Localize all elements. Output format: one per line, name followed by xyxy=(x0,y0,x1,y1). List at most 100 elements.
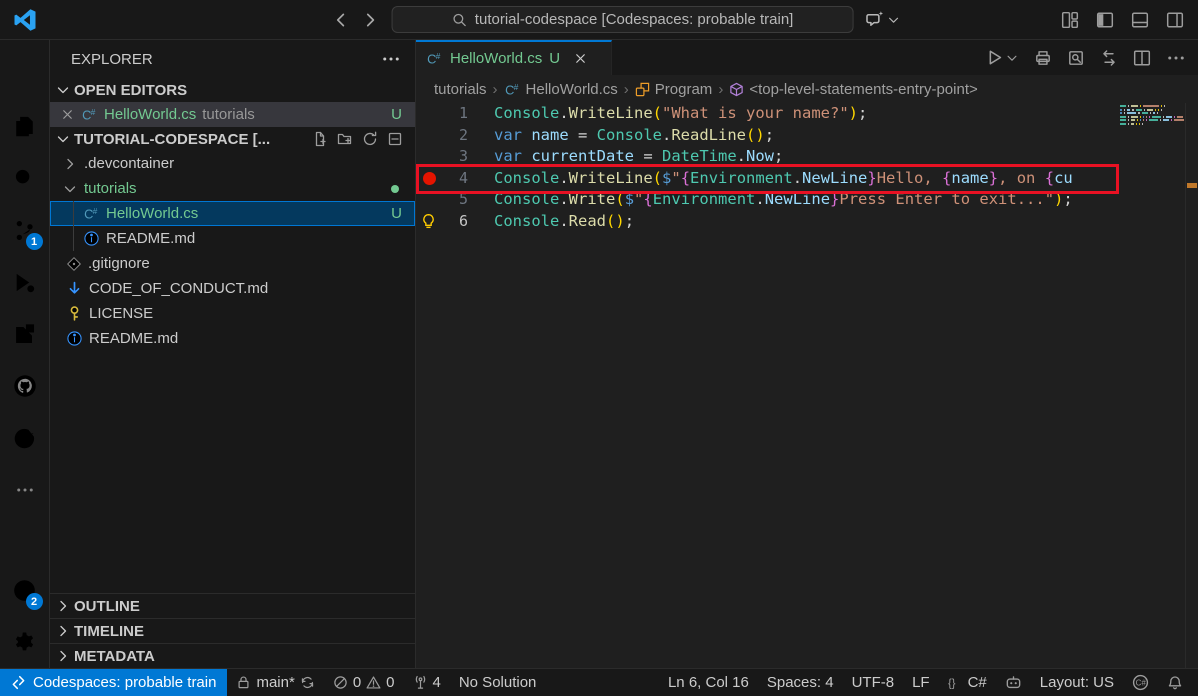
branch-indicator[interactable]: main* xyxy=(227,669,323,696)
open-changes-icon[interactable] xyxy=(1100,49,1118,67)
close-icon[interactable] xyxy=(60,107,75,122)
minimap[interactable] xyxy=(1120,105,1184,126)
extensions-icon[interactable] xyxy=(0,308,50,360)
code-editor[interactable]: 1 Console.WriteLine("What is your name?")… xyxy=(416,103,1198,668)
chevron-down-icon xyxy=(55,131,71,147)
tree-item-tutorials[interactable]: tutorials xyxy=(50,176,415,201)
csharp-extension-status[interactable]: C# xyxy=(1123,674,1158,691)
toggle-secondary-sidebar-icon[interactable] xyxy=(1166,11,1184,29)
tree-item-license[interactable]: LICENSE xyxy=(50,301,415,326)
modified-badge: U xyxy=(549,50,561,67)
copilot-status[interactable] xyxy=(996,674,1031,691)
new-folder-icon[interactable] xyxy=(337,131,353,147)
forward-icon[interactable] xyxy=(362,11,380,29)
code-line-4[interactable]: 4 Console.WriteLine($"{Environment.NewLin… xyxy=(416,168,1198,190)
line-number: 3 xyxy=(458,147,468,165)
editor-more-actions-icon[interactable] xyxy=(1166,48,1186,68)
run-button[interactable] xyxy=(985,48,1019,67)
search-view-icon[interactable] xyxy=(0,152,50,204)
svg-text:#: # xyxy=(436,51,441,61)
github-icon[interactable] xyxy=(0,360,50,412)
open-editors-header[interactable]: OPEN EDITORS xyxy=(50,78,415,102)
tree-item-readme-md[interactable]: README.md xyxy=(50,326,415,351)
accounts-badge: 2 xyxy=(25,593,43,610)
breadcrumb-label: <top-level-statements-entry-point> xyxy=(749,80,978,98)
explorer-more-actions-icon[interactable] xyxy=(381,49,401,69)
line-number: 1 xyxy=(458,104,468,122)
remote-indicator[interactable]: Codespaces: probable train xyxy=(0,669,228,696)
lightbulb-icon[interactable] xyxy=(420,213,437,230)
language-mode[interactable]: {} C# xyxy=(939,674,996,691)
new-file-icon[interactable] xyxy=(312,131,328,147)
gutter[interactable]: 1 xyxy=(416,103,494,125)
tree-item-code-of-conduct-md[interactable]: CODE_OF_CONDUCT.md xyxy=(50,276,415,301)
customize-layout-icon[interactable] xyxy=(1061,11,1079,29)
tree-item--devcontainer[interactable]: .devcontainer xyxy=(50,151,415,176)
breadcrumb-separator: › xyxy=(492,80,498,98)
cursor-position[interactable]: Ln 6, Col 16 xyxy=(659,674,758,691)
back-icon[interactable] xyxy=(332,11,350,29)
code-line-1[interactable]: 1 Console.WriteLine("What is your name?")… xyxy=(416,103,1198,125)
workspace-tree-header[interactable]: TUTORIAL-CODESPACE [... xyxy=(50,127,415,151)
accounts-icon[interactable]: 2 xyxy=(0,564,50,616)
search-editor-icon[interactable] xyxy=(1067,49,1085,67)
breadcrumb-item[interactable]: Program xyxy=(635,81,712,98)
sidebar-bottom-sections: OUTLINE TIMELINE METADATA xyxy=(50,593,415,668)
breakpoint-icon[interactable] xyxy=(423,172,436,185)
code-text: Console.Write($"{Environment.NewLine}Pre… xyxy=(494,190,1073,208)
source-control-icon[interactable]: 1 xyxy=(0,204,50,256)
code-text: var currentDate = DateTime.Now; xyxy=(494,147,784,165)
metadata-section-header[interactable]: METADATA xyxy=(50,643,415,668)
code-line-2[interactable]: 2 var name = Console.ReadLine(); xyxy=(416,125,1198,147)
ports-indicator[interactable]: 4 xyxy=(404,669,450,696)
overview-ruler[interactable] xyxy=(1185,103,1198,668)
toggle-panel-icon[interactable] xyxy=(1131,11,1149,29)
refresh-icon[interactable] xyxy=(362,131,378,147)
problems-indicator[interactable]: 0 0 xyxy=(324,669,404,696)
collapse-all-icon[interactable] xyxy=(387,131,403,147)
eol-indicator[interactable]: LF xyxy=(903,674,939,691)
tree-item-helloworld-cs[interactable]: C # HelloWorld.cs U xyxy=(50,201,415,226)
gutter[interactable]: 6 xyxy=(416,211,494,233)
run-debug-icon[interactable] xyxy=(0,256,50,308)
breadcrumb-separator: › xyxy=(623,80,629,98)
print-icon[interactable] xyxy=(1034,49,1052,67)
menu-icon[interactable] xyxy=(0,48,50,100)
tab-helloworld[interactable]: C # HelloWorld.cs U xyxy=(416,40,612,75)
timeline-section-header[interactable]: TIMELINE xyxy=(50,618,415,643)
split-editor-icon[interactable] xyxy=(1133,49,1151,67)
keyboard-layout[interactable]: Layout: US xyxy=(1031,674,1123,691)
code-line-6[interactable]: 6 Console.Read(); xyxy=(416,211,1198,233)
gutter[interactable]: 2 xyxy=(416,125,494,147)
code-line-5[interactable]: 5 Console.Write($"{Environment.NewLine}Pr… xyxy=(416,189,1198,211)
toggle-primary-sidebar-icon[interactable] xyxy=(1096,11,1114,29)
outline-section-header[interactable]: OUTLINE xyxy=(50,593,415,618)
tree-item-label: README.md xyxy=(89,330,179,347)
gutter[interactable]: 3 xyxy=(416,146,494,168)
breadcrumb-item[interactable]: tutorials xyxy=(434,81,487,98)
explorer-icon[interactable] xyxy=(0,100,50,152)
encoding-indicator[interactable]: UTF-8 xyxy=(843,674,904,691)
breadcrumb-item[interactable]: C # HelloWorld.cs xyxy=(504,81,618,98)
open-editor-item[interactable]: C # HelloWorld.cs tutorials U xyxy=(50,102,415,127)
csharp-circle-icon: C# xyxy=(1132,674,1149,691)
tree-item-readme-md[interactable]: README.md xyxy=(50,226,415,251)
settings-gear-icon[interactable] xyxy=(0,616,50,668)
breadcrumb-item[interactable]: <top-level-statements-entry-point> xyxy=(729,80,978,98)
notifications-bell[interactable] xyxy=(1158,675,1192,691)
gutter[interactable]: 4 xyxy=(416,168,494,190)
search-icon xyxy=(452,12,468,28)
chevron-down-icon xyxy=(55,82,71,98)
editor-group: C # HelloWorld.cs U tutorials › C # Hell… xyxy=(416,40,1198,668)
command-center-search[interactable]: tutorial-codespace [Codespaces: probable… xyxy=(391,6,854,33)
more-views-icon[interactable] xyxy=(0,464,50,516)
code-line-3[interactable]: 3 var currentDate = DateTime.Now; xyxy=(416,146,1198,168)
tab-bar: C # HelloWorld.cs U xyxy=(416,40,1198,75)
solution-indicator[interactable]: No Solution xyxy=(450,669,546,696)
copilot-chat-icon[interactable] xyxy=(866,10,901,29)
testing-icon[interactable] xyxy=(0,412,50,464)
gutter[interactable]: 5 xyxy=(416,189,494,211)
tree-item--gitignore[interactable]: .gitignore xyxy=(50,251,415,276)
close-tab-icon[interactable] xyxy=(573,51,588,66)
indentation-indicator[interactable]: Spaces: 4 xyxy=(758,674,843,691)
